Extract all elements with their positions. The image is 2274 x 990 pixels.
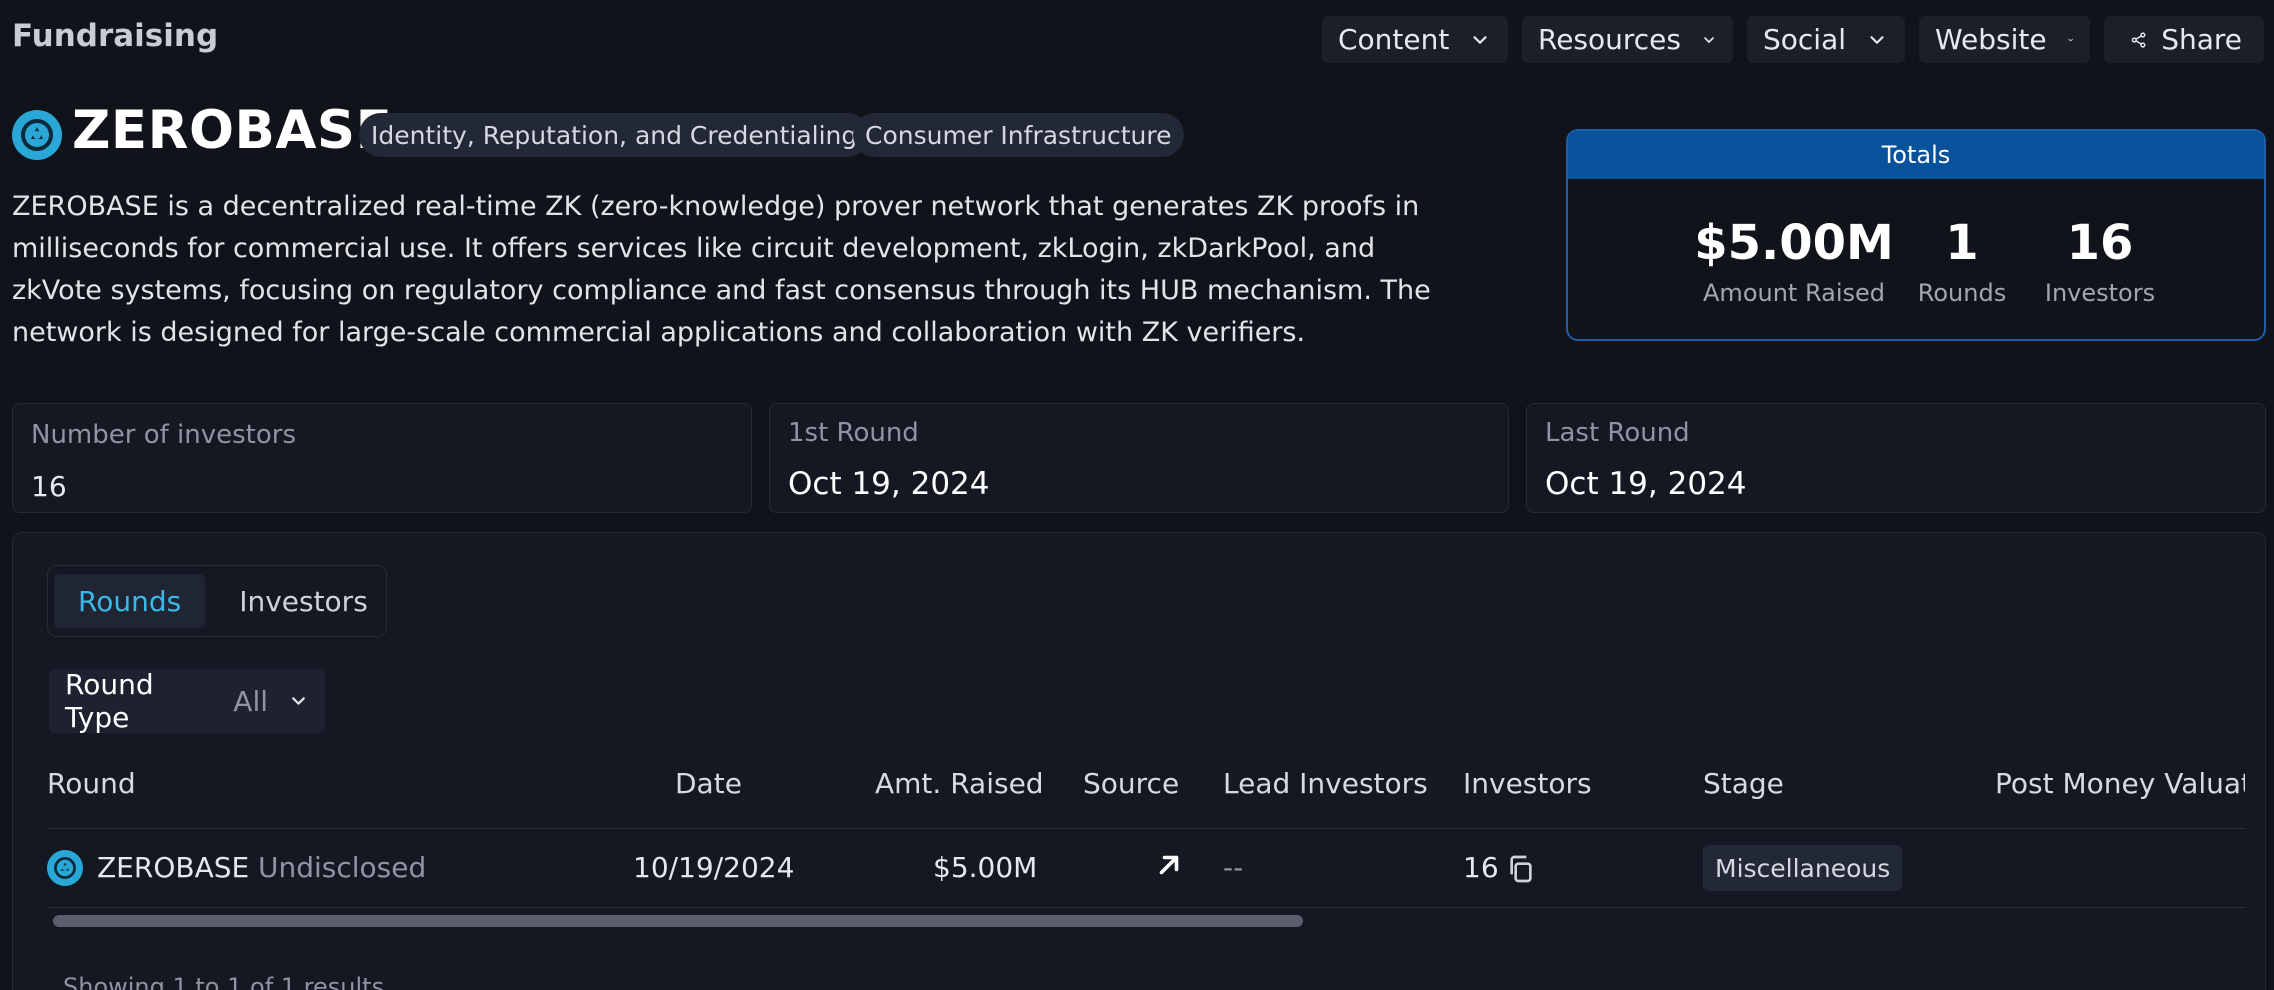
- stage-badge: Miscellaneous: [1703, 845, 1903, 891]
- page-title: Fundraising: [12, 18, 219, 54]
- zerobase-logo-icon: [54, 857, 76, 879]
- column-header-date[interactable]: Date: [675, 767, 742, 800]
- round-amount: $5.00M: [933, 851, 1038, 884]
- card-value: Oct 19, 2024: [1545, 466, 1747, 502]
- chevron-down-icon: [1704, 36, 1714, 43]
- tab-group: Rounds Investors: [47, 565, 387, 637]
- card-value: Oct 19, 2024: [788, 466, 990, 502]
- results-count: Showing 1 to 1 of 1 results: [63, 973, 385, 990]
- nav-content-dropdown[interactable]: Content: [1322, 16, 1508, 63]
- chevron-down-icon: [292, 697, 305, 705]
- card-number-of-investors: Number of investors 16: [12, 403, 752, 513]
- nav-website-label: Website: [1935, 23, 2047, 56]
- horizontal-scrollbar[interactable]: [53, 915, 1303, 927]
- card-value: 16: [31, 470, 67, 503]
- category-tag[interactable]: Identity, Reputation, and Credentialing: [359, 113, 870, 157]
- nav-resources-label: Resources: [1538, 23, 1681, 56]
- top-nav: Content Resources Social Website Share: [1322, 16, 2264, 63]
- project-logo: [12, 110, 62, 160]
- stat-investors: 16 Investors: [2030, 215, 2170, 307]
- project-name: ZEROBASE: [72, 100, 393, 161]
- chevron-down-icon: [2068, 38, 2073, 41]
- share-label: Share: [2161, 23, 2242, 56]
- row-divider: [47, 907, 2245, 908]
- rounds-panel: Rounds Investors Round Type All Round Da…: [12, 532, 2266, 990]
- copy-investors-button[interactable]: [1505, 853, 1537, 892]
- share-button[interactable]: Share: [2104, 16, 2264, 63]
- card-label: 1st Round: [788, 418, 919, 448]
- copy-icon: [1510, 855, 1532, 883]
- zerobase-logo-icon: [21, 119, 53, 151]
- totals-panel: Totals $5.00M Amount Raised 1 Rounds 16 …: [1566, 129, 2266, 341]
- chevron-down-icon: [1870, 35, 1884, 44]
- round-investors-count: 16: [1463, 851, 1499, 884]
- round-date: 10/19/2024: [633, 851, 795, 884]
- filter-label: Round Type: [65, 668, 154, 734]
- stat-value: $5.00M: [1694, 215, 1894, 271]
- nav-resources-dropdown[interactable]: Resources: [1522, 16, 1733, 63]
- round-type-filter[interactable]: Round Type All: [49, 668, 325, 734]
- round-name[interactable]: ZEROBASE: [97, 851, 249, 884]
- column-header-stage[interactable]: Stage: [1703, 767, 1784, 800]
- column-header-round[interactable]: Round: [47, 767, 136, 800]
- column-header-lead-investors[interactable]: Lead Investors: [1223, 767, 1428, 800]
- stat-label: Investors: [2044, 279, 2156, 307]
- header-divider: [47, 828, 2245, 829]
- stat-rounds: 1 Rounds: [1902, 215, 2022, 307]
- stat-amount-raised: $5.00M Amount Raised: [1694, 215, 1894, 307]
- round-lead-investors: --: [1223, 851, 1244, 884]
- column-header-valuation[interactable]: Post Money Valuat: [1995, 767, 2245, 800]
- nav-content-label: Content: [1338, 23, 1450, 56]
- column-header-amount[interactable]: Amt. Raised: [875, 767, 1044, 800]
- arrow-up-right-icon: [1159, 855, 1179, 875]
- stat-label: Rounds: [1917, 279, 2007, 307]
- round-source-link[interactable]: [1151, 847, 1187, 890]
- tab-rounds[interactable]: Rounds: [54, 574, 206, 628]
- column-header-investors[interactable]: Investors: [1463, 767, 1592, 800]
- column-header-source[interactable]: Source: [1083, 767, 1179, 800]
- stat-value: 16: [2066, 215, 2134, 271]
- nav-website-dropdown[interactable]: Website: [1919, 16, 2090, 63]
- stat-label: Amount Raised: [1703, 279, 1885, 307]
- tab-investors[interactable]: Investors: [215, 574, 392, 628]
- category-tag[interactable]: Consumer Infrastructure: [853, 113, 1184, 157]
- stat-value: 1: [1945, 215, 1979, 271]
- filter-value: All: [233, 684, 269, 718]
- card-last-round: Last Round Oct 19, 2024: [1526, 403, 2266, 513]
- nav-social-dropdown[interactable]: Social: [1747, 16, 1905, 63]
- totals-title: Totals: [1568, 131, 2264, 179]
- round-type: Undisclosed: [258, 851, 427, 884]
- chevron-down-icon: [1473, 35, 1487, 44]
- round-logo: [47, 850, 83, 886]
- share-icon: [2131, 31, 2146, 48]
- project-description: ZEROBASE is a decentralized real-time ZK…: [12, 191, 1431, 348]
- card-label: Last Round: [1545, 418, 1690, 448]
- card-label: Number of investors: [31, 420, 297, 450]
- nav-social-label: Social: [1763, 23, 1847, 56]
- card-first-round: 1st Round Oct 19, 2024: [769, 403, 1509, 513]
